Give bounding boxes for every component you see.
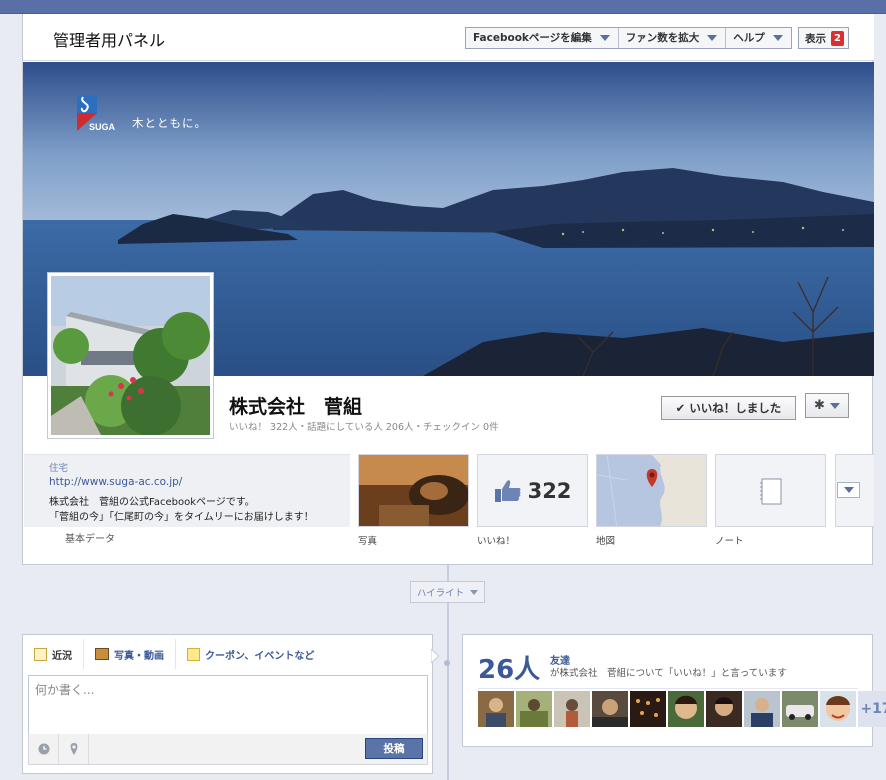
friend-avatar[interactable]: [782, 691, 818, 727]
friend-avatar[interactable]: [744, 691, 780, 727]
about-description-line1: 株式会社 菅組の公式Facebookページです。: [49, 497, 255, 508]
post-composer: 近況 写真・動画 クーポン、イベントなど 投稿: [22, 634, 439, 774]
friends-like-text: が株式会社 菅組について「いいね！」と言っています: [550, 668, 787, 679]
chevron-down-icon: [772, 35, 783, 41]
friend-avatar[interactable]: [554, 691, 590, 727]
admin-menu: Facebookページを編集 ファン数を拡大 ヘルプ: [465, 27, 792, 49]
friend-avatar[interactable]: [630, 691, 666, 727]
thumbs-up-icon: [494, 479, 521, 502]
company-tagline: 木とともに。: [132, 116, 207, 130]
friend-avatars: +17: [478, 691, 886, 727]
friend-avatar[interactable]: [706, 691, 742, 727]
chevron-down-icon: [470, 589, 479, 595]
timeline-pointer: [431, 649, 439, 663]
friend-avatar[interactable]: [592, 691, 628, 727]
location-pin-icon[interactable]: [59, 734, 89, 764]
timeline-dot: [444, 660, 450, 666]
edit-page-label: Facebookページを編集: [473, 32, 592, 44]
tab-offer-event-label: クーポン、イベントなど: [205, 650, 315, 662]
suga-logo: SUGA 木とともに。: [75, 93, 207, 133]
admin-panel-title: 管理者用パネル: [53, 31, 166, 50]
chevron-down-icon: [843, 487, 854, 493]
chevron-down-icon: [599, 35, 610, 41]
notes-tile-label: ノート: [715, 536, 744, 547]
photos-tile-label: 写真: [358, 536, 378, 547]
view-notifications-button[interactable]: 表示 2: [798, 27, 849, 49]
photos-thumbnail: [359, 455, 468, 526]
checkmark-icon: ✔: [675, 401, 686, 415]
chevron-down-icon: [829, 402, 840, 409]
about-description-line2: 「菅組の今」「仁尾町の今」をタイムリーにお届けします！: [49, 512, 314, 523]
about-box: 住宅 http://www.suga-ac.co.jp/ 株式会社 菅組の公式F…: [24, 454, 350, 527]
suga-logo-mark: SUGA: [75, 93, 120, 133]
notification-badge: 2: [831, 30, 844, 46]
friend-avatar[interactable]: [478, 691, 514, 727]
friend-avatar[interactable]: [820, 691, 856, 727]
schedule-clock-icon[interactable]: [29, 734, 59, 764]
divider: [478, 688, 858, 689]
top-bar: [0, 0, 886, 14]
photos-tile[interactable]: [358, 454, 469, 527]
about-section-link[interactable]: 基本データ: [65, 530, 115, 545]
composer-toolbar: 投稿: [28, 734, 428, 765]
status-icon: [34, 647, 47, 661]
building-photo: [51, 276, 210, 435]
page-title: 株式会社 菅組: [229, 396, 363, 418]
edit-page-menu[interactable]: Facebookページを編集: [466, 28, 619, 48]
view-label: 表示: [805, 32, 826, 45]
offer-icon: [187, 647, 200, 661]
tab-photo-video-label: 写真・動画: [114, 650, 164, 662]
page-settings-button[interactable]: ✱: [805, 393, 849, 418]
liked-button[interactable]: ✔ いいね！しました: [661, 396, 796, 420]
admin-panel-bar: 管理者用パネル Facebookページを編集 ファン数を拡大 ヘルプ 表示 2: [23, 14, 874, 61]
tab-status-label: 近況: [52, 650, 72, 662]
page-stats: いいね！ 322人・話題にしている人 206人・チェックイン 0件: [229, 422, 499, 433]
map-tile-label: 地図: [596, 536, 616, 547]
likes-tile[interactable]: 322: [477, 454, 588, 527]
suga-logo-text: SUGA: [89, 122, 116, 132]
notebook-icon: [760, 478, 782, 505]
friend-avatar[interactable]: [668, 691, 704, 727]
likes-tile-label: いいね！: [477, 536, 516, 547]
website-link[interactable]: http://www.suga-ac.co.jp/: [49, 476, 182, 488]
map-thumbnail: [597, 455, 706, 526]
more-friends-button[interactable]: +17: [858, 691, 886, 727]
likes-count: 322: [527, 478, 572, 503]
grow-fans-menu[interactable]: ファン数を拡大: [619, 28, 727, 48]
notes-tile[interactable]: [715, 454, 826, 527]
page-header-panel: 管理者用パネル Facebookページを編集 ファン数を拡大 ヘルプ 表示 2: [22, 14, 874, 565]
map-tile[interactable]: [596, 454, 707, 527]
tab-status[interactable]: 近況: [23, 639, 84, 669]
chevron-down-icon: [707, 35, 718, 41]
friends-like-box: 26人 友達 が株式会社 菅組について「いいね！」と言っています +17: [462, 634, 886, 747]
liked-button-label: いいね！しました: [689, 401, 782, 415]
tab-offer-event[interactable]: クーポン、イベントなど: [176, 639, 325, 669]
gear-icon: ✱: [814, 398, 825, 413]
help-label: ヘルプ: [733, 32, 765, 44]
grow-fans-label: ファン数を拡大: [625, 32, 700, 44]
post-text-input[interactable]: [28, 675, 428, 735]
profile-picture[interactable]: [47, 272, 214, 439]
camera-icon: [95, 648, 109, 660]
category-label: 住宅: [49, 463, 69, 474]
friend-avatar[interactable]: [516, 691, 552, 727]
help-menu[interactable]: ヘルプ: [726, 28, 791, 48]
highlights-filter-button[interactable]: ハイライト: [410, 581, 485, 603]
highlights-label: ハイライト: [416, 588, 465, 599]
post-button[interactable]: 投稿: [365, 738, 423, 759]
friends-count[interactable]: 26人: [478, 649, 540, 686]
tab-photo-video[interactable]: 写真・動画: [84, 639, 176, 669]
more-apps-button[interactable]: [835, 454, 874, 527]
